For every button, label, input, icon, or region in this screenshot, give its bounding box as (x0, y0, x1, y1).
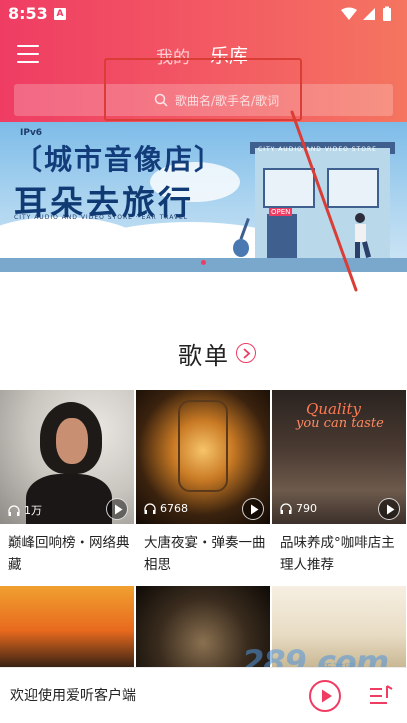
signal-icon (363, 8, 375, 20)
play-icon (322, 689, 332, 703)
banner-caption: CITY AUDIO AND VIDEO STORE · EAR TRAVEL (14, 214, 189, 221)
guitar-icon (233, 218, 250, 257)
playlist-cover (0, 586, 134, 667)
play-icon[interactable] (378, 498, 400, 520)
play-count: 1万 (8, 502, 42, 518)
playlist-title: 巅峰回响榜・网络典藏 (8, 535, 130, 573)
more-arrow-icon[interactable] (236, 343, 256, 363)
ipv6-badge: IPv6 (20, 128, 43, 138)
playlist-title: 大唐夜宴・弹奏一曲相思 (144, 535, 266, 573)
playlist-title: 品味养成°咖啡店主理人推荐 (280, 535, 395, 573)
headphones-icon (144, 503, 156, 514)
person-icon (355, 213, 372, 258)
play-icon[interactable] (106, 498, 128, 520)
playlist-cover (272, 586, 406, 667)
playlist-cover (136, 586, 270, 667)
headphones-icon (280, 503, 292, 514)
banner-title: 〔城市音像店〕 (14, 143, 225, 176)
status-icons (341, 6, 391, 21)
now-playing-text: 欢迎使用爱听客户端 (10, 688, 136, 704)
store-sign: CITY AUDIO AND VIDEO STORE (258, 146, 377, 153)
play-count: 6768 (144, 502, 188, 515)
battery-icon (383, 8, 391, 21)
mini-player[interactable]: 欢迎使用爱听客户端 (0, 667, 407, 723)
wifi-icon (341, 7, 357, 20)
annotation-highlight-box (104, 58, 302, 121)
promo-banner[interactable]: IPv6 〔城市音像店〕 耳朵去旅行 CITY AUDIO AND VIDEO … (0, 122, 407, 272)
banner-indicator[interactable] (201, 260, 206, 265)
play-count: 790 (280, 502, 317, 515)
play-icon[interactable] (242, 498, 264, 520)
headphones-icon (8, 505, 20, 516)
app-notification-icon: A (54, 8, 66, 20)
play-button[interactable] (309, 680, 341, 712)
playlist-queue-icon[interactable] (368, 684, 394, 708)
menu-button[interactable] (17, 44, 39, 64)
status-bar: 8:53 A (0, 0, 407, 28)
store-door-sign: OPEN (269, 208, 293, 216)
app-screen: 8:53 A 我的 乐库 歌曲名/歌手名/歌词 IPv6 〔城市音像店〕 耳朵去… (0, 0, 407, 723)
section-title: 歌单 (178, 342, 230, 370)
status-time: 8:53 (8, 4, 48, 23)
